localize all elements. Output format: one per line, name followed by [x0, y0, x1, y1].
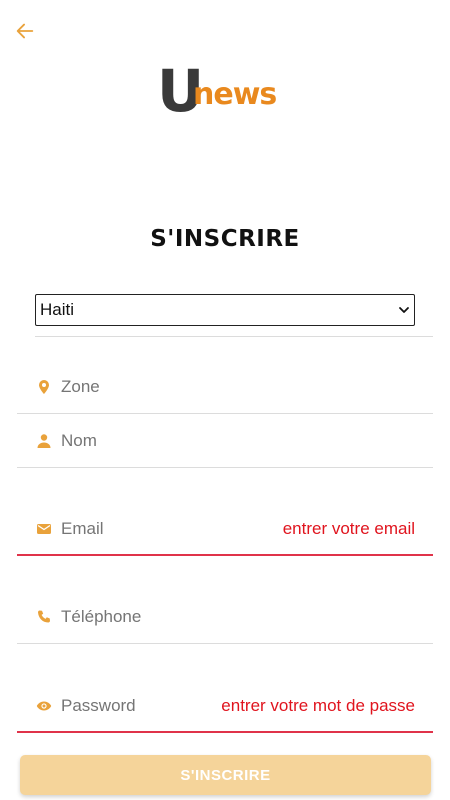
field-underline	[17, 467, 433, 468]
eye-icon[interactable]	[35, 697, 53, 715]
zone-placeholder: Zone	[61, 377, 100, 396]
signup-button[interactable]: S'INSCRIRE	[20, 755, 431, 795]
password-error: entrer votre mot de passe	[221, 696, 415, 715]
password-placeholder: Password	[61, 696, 136, 715]
email-placeholder: Email	[61, 519, 104, 538]
app-logo: U news	[157, 62, 297, 122]
field-underline	[17, 554, 433, 556]
divider	[35, 336, 433, 337]
person-icon	[35, 432, 53, 450]
page-title: S'INSCRIRE	[150, 226, 300, 252]
logo-word: news	[193, 77, 277, 112]
nom-field[interactable]: Nom	[17, 414, 433, 468]
arrow-left-icon	[16, 23, 34, 39]
password-field[interactable]: Password entrer votre mot de passe	[17, 679, 433, 733]
chevron-down-icon	[399, 307, 409, 313]
signup-button-label: S'INSCRIRE	[180, 766, 271, 784]
email-field[interactable]: Email entrer votre email	[17, 502, 433, 556]
zone-field[interactable]: Zone	[17, 360, 433, 414]
location-pin-icon	[35, 378, 53, 396]
country-select-value: Haiti	[40, 300, 75, 319]
phone-icon	[35, 608, 53, 626]
nom-placeholder: Nom	[61, 431, 97, 450]
telephone-field[interactable]: Téléphone	[17, 590, 433, 644]
telephone-placeholder: Téléphone	[61, 607, 142, 626]
field-underline	[17, 643, 433, 644]
field-underline	[17, 731, 433, 733]
email-error: entrer votre email	[282, 519, 415, 538]
envelope-icon	[35, 520, 53, 538]
country-select[interactable]: Haiti	[35, 294, 415, 326]
back-button[interactable]	[14, 20, 38, 44]
